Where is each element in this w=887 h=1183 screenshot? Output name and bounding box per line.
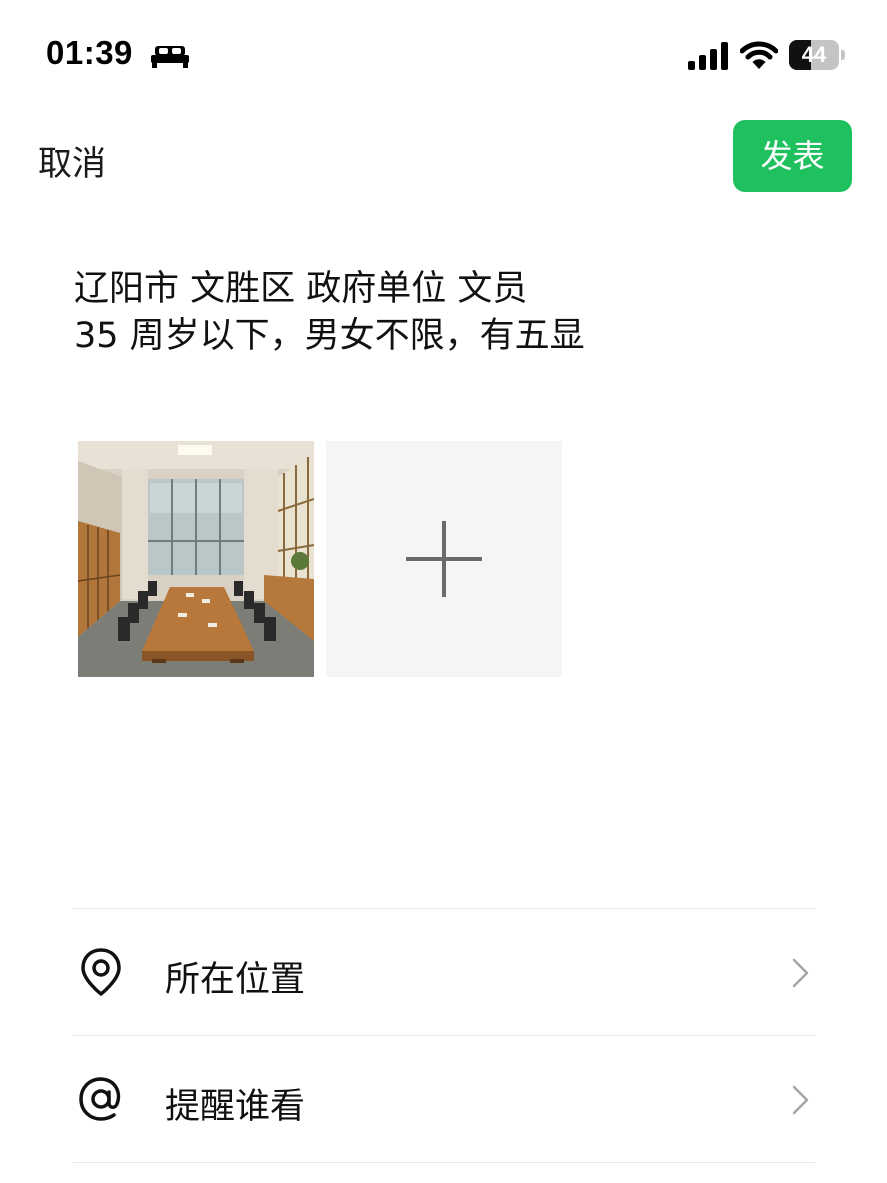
divider — [73, 1162, 815, 1163]
photo-thumbnail[interactable] — [78, 441, 314, 677]
post-text-area[interactable]: 辽阳市 文胜区 政府单位 文员 35 周岁以下，男女不限，有五显 — [74, 266, 834, 360]
at-sign-icon — [79, 1077, 121, 1121]
plus-icon — [406, 521, 482, 597]
option-remind-who[interactable]: 提醒谁看 — [73, 1036, 815, 1162]
battery-icon: 44 — [789, 40, 847, 70]
photo-grid — [78, 441, 564, 677]
chevron-right-icon — [792, 958, 809, 988]
wifi-icon — [740, 41, 778, 69]
cellular-signal-icon — [688, 42, 728, 70]
chevron-right-icon — [792, 1085, 809, 1115]
cancel-button[interactable]: 取消 — [38, 136, 106, 185]
battery-body: 44 — [789, 40, 839, 70]
post-text-line: 35 周岁以下，男女不限，有五显 — [74, 316, 585, 356]
publish-button[interactable]: 发表 — [733, 120, 852, 192]
sleep-focus-icon — [151, 46, 189, 68]
location-pin-icon — [81, 948, 121, 996]
add-photo-button[interactable] — [326, 441, 562, 677]
option-location[interactable]: 所在位置 — [73, 909, 815, 1035]
status-time: 01:39 — [46, 34, 133, 71]
battery-level: 44 — [801, 42, 827, 67]
option-label: 所在位置 — [165, 960, 306, 1000]
option-label: 提醒谁看 — [165, 1087, 306, 1127]
status-bar: 01:39 44 — [0, 0, 887, 110]
battery-tip — [841, 50, 845, 60]
conference-room-photo — [78, 441, 314, 677]
post-text-line: 辽阳市 文胜区 政府单位 文员 — [74, 269, 528, 309]
